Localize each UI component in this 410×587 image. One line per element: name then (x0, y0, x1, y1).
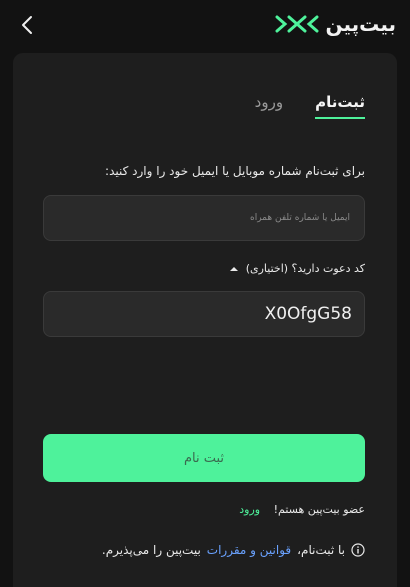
terms-link[interactable]: قوانین و مقررات (207, 543, 291, 557)
invite-code-toggle[interactable]: کد دعوت دارید؟ (اختیاری) (228, 262, 365, 275)
login-link[interactable]: ورود (239, 503, 260, 516)
signup-submit-button[interactable]: ثبت نام (43, 434, 365, 482)
email-or-phone-input[interactable] (44, 196, 364, 240)
terms-prefix: با ثبت‌نام، (297, 543, 345, 557)
brand-logo: بیت‌پین (275, 10, 396, 38)
invite-code-label: کد دعوت دارید؟ (اختیاری) (245, 262, 365, 275)
tab-signup[interactable]: ثبت‌نام (315, 93, 365, 119)
email-field-wrapper (43, 195, 365, 241)
signup-instruction: برای ثبت‌نام شماره موبایل یا ایمیل خود ر… (105, 164, 365, 178)
tab-login[interactable]: ورود (255, 93, 283, 119)
brand-name: بیت‌پین (325, 12, 396, 36)
auth-tabs: ثبت‌نام ورود (255, 93, 365, 119)
invite-code-field-wrapper (43, 291, 365, 337)
bitpin-logo-icon (275, 15, 319, 33)
member-text: عضو بیت‌پین هستم! (273, 503, 365, 516)
terms-notice: با ثبت‌نام، قوانین و مقررات بیت‌پین را م… (102, 543, 365, 557)
invite-code-input[interactable] (44, 292, 364, 336)
info-icon (351, 543, 365, 557)
chevron-left-icon (22, 16, 32, 34)
app-header: بیت‌پین (0, 0, 410, 52)
back-button[interactable] (14, 12, 40, 38)
auth-card: ثبت‌نام ورود برای ثبت‌نام شماره موبایل ی… (13, 53, 397, 587)
terms-suffix: بیت‌پین را می‌پذیرم. (101, 543, 201, 557)
caret-up-icon (229, 266, 238, 271)
member-login-row: عضو بیت‌پین هستم! ورود (239, 503, 365, 516)
